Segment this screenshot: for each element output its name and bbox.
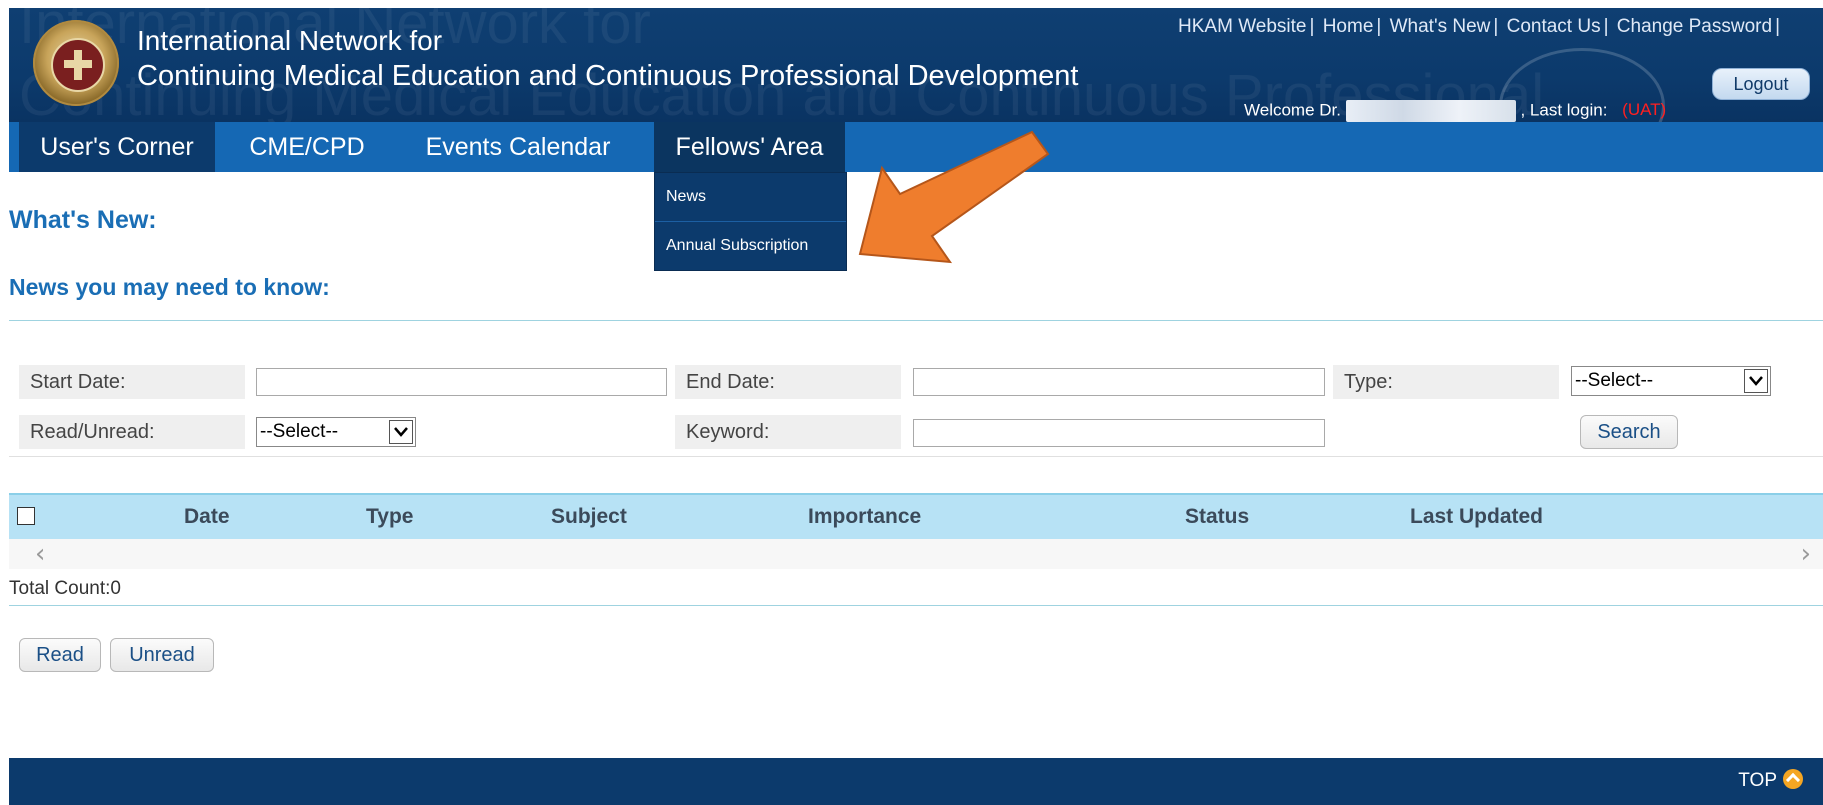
chevron-down-icon xyxy=(1744,369,1768,393)
end-date-label: End Date: xyxy=(675,365,901,399)
callout-arrow-icon xyxy=(858,130,1050,264)
dropdown-item-annual-subscription[interactable]: Annual Subscription xyxy=(655,221,846,270)
nav-fellows-area[interactable]: Fellows' Area xyxy=(654,122,845,172)
nav-events-calendar[interactable]: Events Calendar xyxy=(413,122,623,172)
column-importance[interactable]: Importance xyxy=(808,495,921,539)
keyword-input[interactable] xyxy=(913,419,1325,447)
back-to-top-link[interactable]: TOP xyxy=(1738,768,1803,792)
type-select-value: --Select-- xyxy=(1575,370,1654,391)
chevron-down-icon xyxy=(389,420,413,444)
link-home[interactable]: Home xyxy=(1323,16,1374,37)
read-unread-select-value: --Select-- xyxy=(260,421,339,442)
total-count: Total Count:0 xyxy=(9,578,121,599)
logo-emblem-icon xyxy=(51,38,105,92)
select-all-checkbox[interactable] xyxy=(17,507,35,525)
keyword-label: Keyword: xyxy=(675,415,901,449)
scroll-left-icon[interactable]: ‹ xyxy=(35,541,45,567)
column-status[interactable]: Status xyxy=(1185,495,1249,539)
type-label: Type: xyxy=(1333,365,1559,399)
filter-divider xyxy=(9,456,1823,457)
column-date[interactable]: Date xyxy=(184,495,230,539)
nav-users-corner[interactable]: User's Corner xyxy=(19,122,215,172)
section-subtitle: News you may need to know: xyxy=(9,274,330,300)
site-footer: TOP xyxy=(9,758,1823,805)
start-date-input[interactable] xyxy=(256,368,667,396)
last-login-label: , Last login: xyxy=(1520,100,1608,120)
site-title: International Network for Continuing Med… xyxy=(137,24,1078,94)
scroll-right-icon[interactable]: › xyxy=(1801,541,1811,567)
site-title-line1: International Network for xyxy=(137,25,443,56)
welcome-line: Welcome Dr. , Last login: (UAT) xyxy=(1244,100,1666,122)
logout-button[interactable]: Logout xyxy=(1712,68,1810,100)
arrow-up-icon xyxy=(1783,768,1803,789)
nav-cme-cpd[interactable]: CME/CPD xyxy=(237,122,377,172)
dropdown-item-news[interactable]: News xyxy=(655,173,846,221)
horizontal-scrollbar[interactable]: ‹ › xyxy=(9,539,1823,569)
site-title-line2: Continuing Medical Education and Continu… xyxy=(137,60,1079,92)
mark-unread-button[interactable]: Unread xyxy=(110,638,214,672)
fellows-area-dropdown: News Annual Subscription xyxy=(654,172,847,271)
link-change-password[interactable]: Change Password xyxy=(1617,16,1772,37)
env-badge: (UAT) xyxy=(1622,100,1667,120)
redacted-username xyxy=(1345,100,1516,122)
site-header: International Network for Continuing Med… xyxy=(9,8,1823,122)
back-to-top-label: TOP xyxy=(1738,770,1777,791)
column-type[interactable]: Type xyxy=(366,495,413,539)
section-divider xyxy=(9,320,1823,321)
table-bottom-divider xyxy=(9,605,1823,606)
start-date-label: Start Date: xyxy=(19,365,245,399)
news-table-header: Date Type Subject Importance Status Last… xyxy=(9,493,1823,539)
page: International Network for Continuing Med… xyxy=(9,8,1823,805)
top-links: HKAM Website | Home | What's New | Contact … xyxy=(1178,16,1780,37)
column-subject[interactable]: Subject xyxy=(551,495,627,539)
link-hkam-website[interactable]: HKAM Website xyxy=(1178,16,1306,37)
academy-logo[interactable] xyxy=(33,20,119,106)
mark-read-button[interactable]: Read xyxy=(19,638,101,672)
end-date-input[interactable] xyxy=(913,368,1325,396)
read-unread-label: Read/Unread: xyxy=(19,415,245,449)
link-contact-us[interactable]: Contact Us xyxy=(1507,16,1601,37)
link-whats-new[interactable]: What's New xyxy=(1390,16,1491,37)
column-last-updated[interactable]: Last Updated xyxy=(1410,495,1543,539)
type-select[interactable]: --Select-- xyxy=(1571,366,1771,396)
page-title: What's New: xyxy=(9,206,157,234)
read-unread-select[interactable]: --Select-- xyxy=(256,417,416,447)
search-button[interactable]: Search xyxy=(1580,415,1678,449)
welcome-prefix: Welcome Dr. xyxy=(1244,100,1341,120)
